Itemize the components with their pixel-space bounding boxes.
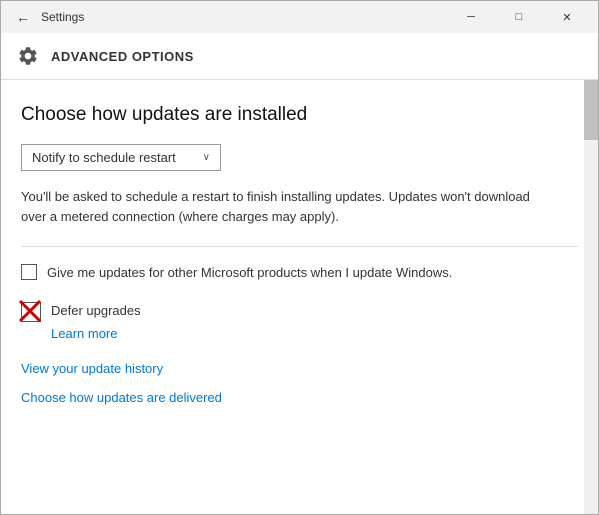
description-text: You'll be asked to schedule a restart to… — [21, 187, 541, 226]
close-button[interactable]: ✕ — [544, 1, 590, 33]
minimize-button[interactable]: ─ — [448, 1, 494, 33]
x-mark-icon — [18, 299, 46, 327]
back-button[interactable]: ← — [9, 3, 37, 31]
gear-icon — [17, 45, 39, 67]
header-bar: ADVANCED OPTIONS — [1, 33, 598, 80]
restore-button[interactable]: □ — [496, 1, 542, 33]
scrollbar-track — [584, 80, 598, 514]
divider — [21, 246, 578, 247]
scrollbar-thumb[interactable] — [584, 80, 598, 140]
header-title: ADVANCED OPTIONS — [51, 49, 194, 64]
dropdown-wrapper: Notify to schedule restart ∨ — [21, 144, 578, 171]
microsoft-products-row: Give me updates for other Microsoft prod… — [21, 263, 578, 283]
learn-more-link[interactable]: Learn more — [51, 326, 578, 341]
install-method-dropdown[interactable]: Notify to schedule restart ∨ — [21, 144, 221, 171]
dropdown-label: Notify to schedule restart — [32, 150, 195, 165]
title-bar: ← Settings ─ □ ✕ — [1, 1, 598, 33]
window-controls: ─ □ ✕ — [448, 1, 590, 33]
section-title: Choose how updates are installed — [21, 104, 578, 126]
microsoft-products-label: Give me updates for other Microsoft prod… — [47, 263, 452, 283]
choose-how-updates-delivered-link[interactable]: Choose how updates are delivered — [21, 390, 578, 405]
window-title: Settings — [37, 10, 448, 24]
view-update-history-link[interactable]: View your update history — [21, 361, 578, 376]
microsoft-products-checkbox[interactable] — [21, 264, 37, 280]
defer-upgrades-checkbox[interactable] — [21, 302, 41, 322]
chevron-down-icon: ∨ — [203, 152, 210, 163]
content-area: Choose how updates are installed Notify … — [1, 80, 598, 514]
defer-upgrades-row: Defer upgrades — [21, 301, 578, 322]
defer-upgrades-label: Defer upgrades — [51, 303, 141, 318]
window: ← Settings ─ □ ✕ ADVANCED OPTIONS Choose… — [0, 0, 599, 515]
